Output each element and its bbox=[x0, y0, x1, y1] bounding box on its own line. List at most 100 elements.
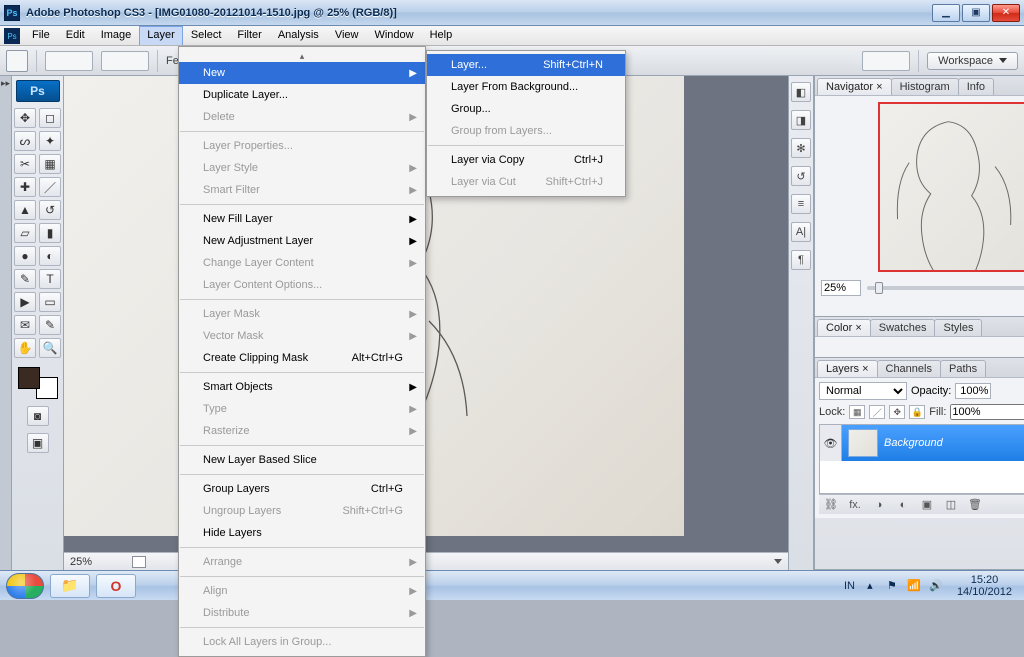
quick-mask-toggle[interactable]: ◙ bbox=[27, 406, 49, 426]
menu-file[interactable]: File bbox=[24, 26, 58, 45]
blend-mode-select[interactable]: Normal bbox=[819, 382, 907, 400]
start-button[interactable] bbox=[6, 573, 44, 599]
navigator-thumbnail[interactable] bbox=[878, 102, 1024, 272]
strip-button[interactable]: ¶ bbox=[791, 250, 811, 270]
strip-button[interactable]: ◨ bbox=[791, 110, 811, 130]
strip-button[interactable]: ↺ bbox=[791, 166, 811, 186]
marquee-tool[interactable]: ◻ bbox=[39, 108, 61, 128]
tray-network-icon[interactable]: 📶 bbox=[907, 579, 921, 592]
dock-toggle[interactable]: ▸▸ bbox=[0, 76, 12, 570]
minimize-button[interactable]: ▁ bbox=[932, 4, 960, 22]
menu-item[interactable]: Duplicate Layer... bbox=[179, 84, 425, 106]
foreground-color[interactable] bbox=[18, 367, 40, 389]
menu-filter[interactable]: Filter bbox=[229, 26, 269, 45]
magic-wand-tool[interactable]: ✦ bbox=[39, 131, 61, 151]
path-select-tool[interactable]: ▶ bbox=[14, 292, 36, 312]
selection-mode-add[interactable] bbox=[101, 51, 149, 71]
menu-item[interactable]: Create Clipping MaskAlt+Ctrl+G bbox=[179, 347, 425, 369]
move-tool[interactable]: ✥ bbox=[14, 108, 36, 128]
slider-knob[interactable] bbox=[875, 282, 883, 294]
lock-image-icon[interactable]: ／ bbox=[869, 405, 885, 419]
tray-volume-icon[interactable]: 🔊 bbox=[929, 579, 943, 592]
lasso-tool[interactable]: ᔕ bbox=[14, 131, 36, 151]
lock-position-icon[interactable]: ✥ bbox=[889, 405, 905, 419]
tool-preset-button[interactable] bbox=[6, 50, 28, 72]
tab-histogram[interactable]: Histogram bbox=[891, 78, 959, 95]
type-tool[interactable]: T bbox=[39, 269, 61, 289]
strip-button[interactable]: ≡ bbox=[791, 194, 811, 214]
menu-image[interactable]: Image bbox=[93, 26, 140, 45]
hand-tool[interactable]: ✋ bbox=[14, 338, 36, 358]
strip-button[interactable]: ✻ bbox=[791, 138, 811, 158]
adjustment-icon[interactable]: ◐ bbox=[895, 499, 911, 511]
clock[interactable]: 15:20 14/10/2012 bbox=[951, 574, 1018, 598]
menu-item[interactable]: New▶ bbox=[179, 62, 425, 84]
healing-brush-tool[interactable]: ✚ bbox=[14, 177, 36, 197]
workspace-menu[interactable]: Workspace bbox=[927, 52, 1018, 70]
strip-button[interactable]: A| bbox=[791, 222, 811, 242]
tray-flag-icon[interactable]: ⚑ bbox=[885, 579, 899, 592]
blur-tool[interactable]: ● bbox=[14, 246, 36, 266]
menu-item[interactable]: Hide Layers bbox=[179, 522, 425, 544]
menu-item[interactable]: New Fill Layer▶ bbox=[179, 208, 425, 230]
slice-tool[interactable]: ▦ bbox=[39, 154, 61, 174]
layer-menu-dropdown[interactable]: ▴ New▶Duplicate Layer...Delete▶Layer Pro… bbox=[178, 46, 426, 657]
dodge-tool[interactable]: ◐ bbox=[39, 246, 61, 266]
go-to-bridge-button[interactable] bbox=[862, 51, 910, 71]
brush-tool[interactable]: ／ bbox=[39, 177, 61, 197]
menu-item[interactable]: New Layer Based Slice bbox=[179, 449, 425, 471]
menu-analysis[interactable]: Analysis bbox=[270, 26, 327, 45]
layer-name[interactable]: Background bbox=[884, 437, 1024, 449]
tab-channels[interactable]: Channels bbox=[877, 360, 941, 377]
status-menu-icon[interactable] bbox=[774, 559, 782, 564]
menu-layer[interactable]: Layer bbox=[139, 26, 183, 45]
tab-layers[interactable]: Layers × bbox=[817, 360, 878, 377]
delete-layer-icon[interactable]: 🗑 bbox=[967, 498, 983, 511]
navigator-zoom-input[interactable] bbox=[821, 280, 861, 296]
menu-view[interactable]: View bbox=[327, 26, 367, 45]
tab-paths[interactable]: Paths bbox=[940, 360, 986, 377]
menu-item[interactable]: Group LayersCtrl+G bbox=[179, 478, 425, 500]
document-info-icon[interactable] bbox=[132, 556, 146, 568]
menu-select[interactable]: Select bbox=[183, 26, 230, 45]
new-submenu-dropdown[interactable]: Layer...Shift+Ctrl+NLayer From Backgroun… bbox=[426, 50, 626, 197]
taskbar-explorer[interactable]: 📁 bbox=[50, 574, 90, 598]
layer-row[interactable]: 👁 Background 🔒 bbox=[820, 425, 1024, 461]
menu-item[interactable]: Layer...Shift+Ctrl+N bbox=[427, 54, 625, 76]
close-button[interactable]: ✕ bbox=[992, 4, 1020, 22]
mask-icon[interactable]: ◑ bbox=[871, 499, 887, 511]
menu-window[interactable]: Window bbox=[366, 26, 421, 45]
gradient-tool[interactable]: ▮ bbox=[39, 223, 61, 243]
visibility-toggle[interactable]: 👁 bbox=[820, 425, 842, 461]
notes-tool[interactable]: ✉ bbox=[14, 315, 36, 335]
fill-input[interactable] bbox=[950, 404, 1024, 420]
tab-navigator[interactable]: Navigator × bbox=[817, 78, 892, 95]
lock-all-icon[interactable]: 🔒 bbox=[909, 405, 925, 419]
navigator-zoom-slider[interactable] bbox=[867, 286, 1024, 290]
menu-item[interactable]: New Adjustment Layer▶ bbox=[179, 230, 425, 252]
layer-thumbnail[interactable] bbox=[848, 429, 878, 457]
group-icon[interactable]: ▣ bbox=[919, 498, 935, 511]
crop-tool[interactable]: ✂ bbox=[14, 154, 36, 174]
clone-stamp-tool[interactable]: ▲ bbox=[14, 200, 36, 220]
tab-color[interactable]: Color × bbox=[817, 319, 871, 336]
history-brush-tool[interactable]: ↺ bbox=[39, 200, 61, 220]
new-layer-icon[interactable]: ◫ bbox=[943, 498, 959, 511]
tab-styles[interactable]: Styles bbox=[934, 319, 982, 336]
opacity-input[interactable] bbox=[955, 383, 991, 399]
menu-item[interactable]: Smart Objects▶ bbox=[179, 376, 425, 398]
zoom-field[interactable]: 25% bbox=[70, 556, 124, 568]
pen-tool[interactable]: ✎ bbox=[14, 269, 36, 289]
screen-mode-button[interactable]: ▣ bbox=[27, 433, 49, 453]
lock-transparent-icon[interactable]: ▦ bbox=[849, 405, 865, 419]
zoom-tool[interactable]: 🔍 bbox=[39, 338, 61, 358]
fx-icon[interactable]: fx. bbox=[847, 499, 863, 511]
selection-mode-new[interactable] bbox=[45, 51, 93, 71]
menu-help[interactable]: Help bbox=[422, 26, 461, 45]
tray-show-hidden-icon[interactable]: ▴ bbox=[863, 579, 877, 592]
menu-item[interactable]: Layer via CopyCtrl+J bbox=[427, 149, 625, 171]
link-layers-icon[interactable]: ⛓ bbox=[823, 498, 839, 511]
eyedropper-tool[interactable]: ✎ bbox=[39, 315, 61, 335]
input-language[interactable]: IN bbox=[844, 580, 855, 592]
eraser-tool[interactable]: ▱ bbox=[14, 223, 36, 243]
